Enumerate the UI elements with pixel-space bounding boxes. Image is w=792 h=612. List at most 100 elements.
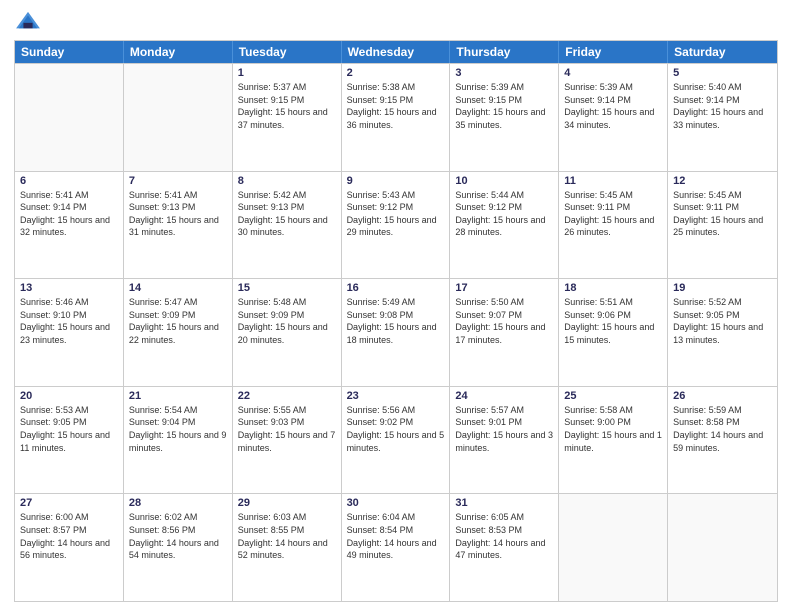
day-number: 30 — [347, 497, 445, 509]
day-info: Sunrise: 6:00 AMSunset: 8:57 PMDaylight:… — [20, 511, 118, 561]
day-number: 4 — [564, 67, 662, 79]
day-info: Sunrise: 5:54 AMSunset: 9:04 PMDaylight:… — [129, 404, 227, 454]
week-row-3: 20 Sunrise: 5:53 AMSunset: 9:05 PMDayligh… — [15, 386, 777, 494]
day-number: 14 — [129, 282, 227, 294]
day-cell-17: 17Sunrise: 5:50 AMSunset: 9:07 PMDayligh… — [450, 279, 559, 386]
day-number: 11 — [564, 175, 662, 187]
day-info: Sunrise: 5:51 AMSunset: 9:06 PMDaylight:… — [564, 296, 662, 346]
day-cell-22: 22 Sunrise: 5:55 AMSunset: 9:03 PMDayligh… — [233, 387, 342, 494]
page: SundayMondayTuesdayWednesdayThursdayFrid… — [0, 0, 792, 612]
day-cell-19: 19 Sunrise: 5:52 AMSunset: 9:05 PMDayligh… — [668, 279, 777, 386]
week-row-2: 13 Sunrise: 5:46 AMSunset: 9:10 PMDayligh… — [15, 278, 777, 386]
calendar: SundayMondayTuesdayWednesdayThursdayFrid… — [14, 40, 778, 602]
day-of-week-saturday: Saturday — [668, 41, 777, 63]
day-cell-29: 29 Sunrise: 6:03 AMSunset: 8:55 PMDayligh… — [233, 494, 342, 601]
day-info: Sunrise: 5:52 AMSunset: 9:05 PMDaylight:… — [673, 296, 772, 346]
empty-cell — [124, 64, 233, 171]
day-cell-1: 1 Sunrise: 5:37 AMSunset: 9:15 PMDaylight… — [233, 64, 342, 171]
day-number: 21 — [129, 390, 227, 402]
logo — [14, 10, 46, 32]
day-number: 17 — [455, 282, 553, 294]
day-cell-15: 15 Sunrise: 5:48 AMSunset: 9:09 PMDayligh… — [233, 279, 342, 386]
week-row-0: 1 Sunrise: 5:37 AMSunset: 9:15 PMDaylight… — [15, 63, 777, 171]
day-info: Sunrise: 5:55 AMSunset: 9:03 PMDaylight:… — [238, 404, 336, 454]
day-number: 2 — [347, 67, 445, 79]
day-info: Sunrise: 6:02 AMSunset: 8:56 PMDaylight:… — [129, 511, 227, 561]
day-number: 3 — [455, 67, 553, 79]
day-number: 7 — [129, 175, 227, 187]
day-number: 13 — [20, 282, 118, 294]
day-info: Sunrise: 6:03 AMSunset: 8:55 PMDaylight:… — [238, 511, 336, 561]
day-number: 22 — [238, 390, 336, 402]
day-info: Sunrise: 5:56 AMSunset: 9:02 PMDaylight:… — [347, 404, 445, 454]
day-cell-31: 31 Sunrise: 6:05 AMSunset: 8:53 PMDayligh… — [450, 494, 559, 601]
empty-cell — [15, 64, 124, 171]
day-info: Sunrise: 5:45 AMSunset: 9:11 PMDaylight:… — [673, 189, 772, 239]
day-info: Sunrise: 5:41 AMSunset: 9:14 PMDaylight:… — [20, 189, 118, 239]
day-info: Sunrise: 5:42 AMSunset: 9:13 PMDaylight:… — [238, 189, 336, 239]
day-number: 15 — [238, 282, 336, 294]
day-info: Sunrise: 5:41 AMSunset: 9:13 PMDaylight:… — [129, 189, 227, 239]
day-cell-20: 20 Sunrise: 5:53 AMSunset: 9:05 PMDayligh… — [15, 387, 124, 494]
day-cell-10: 10 Sunrise: 5:44 AMSunset: 9:12 PMDayligh… — [450, 172, 559, 279]
day-cell-24: 24 Sunrise: 5:57 AMSunset: 9:01 PMDayligh… — [450, 387, 559, 494]
day-number: 29 — [238, 497, 336, 509]
day-number: 1 — [238, 67, 336, 79]
calendar-header: SundayMondayTuesdayWednesdayThursdayFrid… — [15, 41, 777, 63]
day-number: 23 — [347, 390, 445, 402]
day-cell-12: 12 Sunrise: 5:45 AMSunset: 9:11 PMDayligh… — [668, 172, 777, 279]
day-cell-7: 7 Sunrise: 5:41 AMSunset: 9:13 PMDaylight… — [124, 172, 233, 279]
day-of-week-sunday: Sunday — [15, 41, 124, 63]
day-number: 10 — [455, 175, 553, 187]
day-info: Sunrise: 5:57 AMSunset: 9:01 PMDaylight:… — [455, 404, 553, 454]
calendar-body: 1 Sunrise: 5:37 AMSunset: 9:15 PMDaylight… — [15, 63, 777, 601]
day-info: Sunrise: 5:59 AMSunset: 8:58 PMDaylight:… — [673, 404, 772, 454]
day-info: Sunrise: 6:04 AMSunset: 8:54 PMDaylight:… — [347, 511, 445, 561]
day-of-week-tuesday: Tuesday — [233, 41, 342, 63]
empty-cell — [559, 494, 668, 601]
day-info: Sunrise: 5:45 AMSunset: 9:11 PMDaylight:… — [564, 189, 662, 239]
day-cell-5: 5 Sunrise: 5:40 AMSunset: 9:14 PMDaylight… — [668, 64, 777, 171]
day-cell-13: 13 Sunrise: 5:46 AMSunset: 9:10 PMDayligh… — [15, 279, 124, 386]
day-cell-28: 28Sunrise: 6:02 AMSunset: 8:56 PMDayligh… — [124, 494, 233, 601]
day-info: Sunrise: 5:47 AMSunset: 9:09 PMDaylight:… — [129, 296, 227, 346]
day-info: Sunrise: 5:37 AMSunset: 9:15 PMDaylight:… — [238, 81, 336, 131]
day-number: 9 — [347, 175, 445, 187]
header — [14, 10, 778, 32]
day-info: Sunrise: 5:53 AMSunset: 9:05 PMDaylight:… — [20, 404, 118, 454]
day-cell-14: 14 Sunrise: 5:47 AMSunset: 9:09 PMDayligh… — [124, 279, 233, 386]
empty-cell — [668, 494, 777, 601]
day-info: Sunrise: 5:39 AMSunset: 9:15 PMDaylight:… — [455, 81, 553, 131]
week-row-4: 27 Sunrise: 6:00 AMSunset: 8:57 PMDayligh… — [15, 493, 777, 601]
day-cell-26: 26Sunrise: 5:59 AMSunset: 8:58 PMDayligh… — [668, 387, 777, 494]
day-number: 20 — [20, 390, 118, 402]
day-number: 8 — [238, 175, 336, 187]
day-info: Sunrise: 6:05 AMSunset: 8:53 PMDaylight:… — [455, 511, 553, 561]
day-cell-16: 16Sunrise: 5:49 AMSunset: 9:08 PMDayligh… — [342, 279, 451, 386]
day-number: 24 — [455, 390, 553, 402]
day-cell-30: 30 Sunrise: 6:04 AMSunset: 8:54 PMDayligh… — [342, 494, 451, 601]
day-number: 5 — [673, 67, 772, 79]
day-info: Sunrise: 5:44 AMSunset: 9:12 PMDaylight:… — [455, 189, 553, 239]
day-cell-4: 4 Sunrise: 5:39 AMSunset: 9:14 PMDaylight… — [559, 64, 668, 171]
day-info: Sunrise: 5:38 AMSunset: 9:15 PMDaylight:… — [347, 81, 445, 131]
day-cell-25: 25 Sunrise: 5:58 AMSunset: 9:00 PMDayligh… — [559, 387, 668, 494]
day-number: 18 — [564, 282, 662, 294]
day-number: 16 — [347, 282, 445, 294]
day-cell-2: 2 Sunrise: 5:38 AMSunset: 9:15 PMDaylight… — [342, 64, 451, 171]
day-info: Sunrise: 5:40 AMSunset: 9:14 PMDaylight:… — [673, 81, 772, 131]
day-number: 6 — [20, 175, 118, 187]
day-info: Sunrise: 5:48 AMSunset: 9:09 PMDaylight:… — [238, 296, 336, 346]
day-number: 31 — [455, 497, 553, 509]
day-cell-6: 6 Sunrise: 5:41 AMSunset: 9:14 PMDaylight… — [15, 172, 124, 279]
day-info: Sunrise: 5:58 AMSunset: 9:00 PMDaylight:… — [564, 404, 662, 454]
day-number: 19 — [673, 282, 772, 294]
day-info: Sunrise: 5:39 AMSunset: 9:14 PMDaylight:… — [564, 81, 662, 131]
day-number: 27 — [20, 497, 118, 509]
day-of-week-friday: Friday — [559, 41, 668, 63]
day-info: Sunrise: 5:46 AMSunset: 9:10 PMDaylight:… — [20, 296, 118, 346]
day-number: 25 — [564, 390, 662, 402]
day-of-week-monday: Monday — [124, 41, 233, 63]
day-cell-3: 3 Sunrise: 5:39 AMSunset: 9:15 PMDaylight… — [450, 64, 559, 171]
day-number: 12 — [673, 175, 772, 187]
